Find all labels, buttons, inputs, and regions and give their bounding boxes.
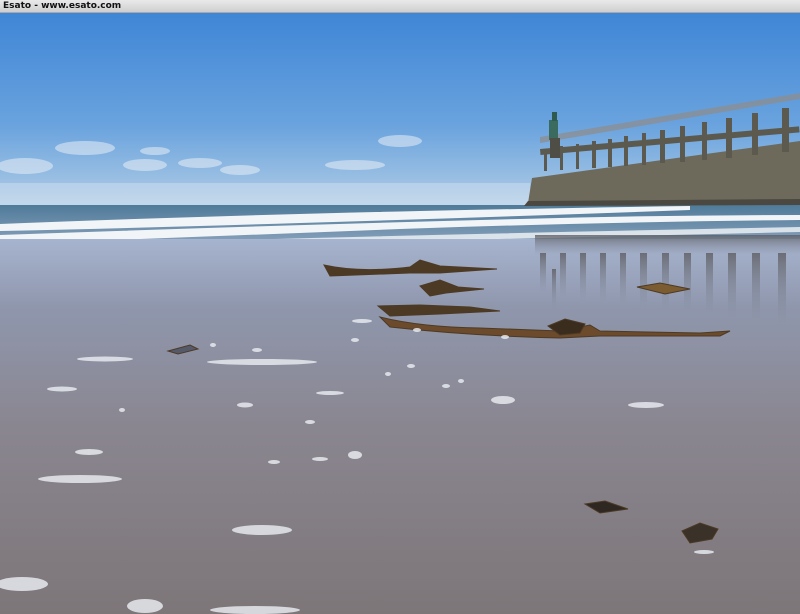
watermark-caption: Esato - www.esato.com [3,1,122,11]
wet-sand [0,239,800,614]
beach-pier-photo [0,13,800,614]
watermark-bar: Esato - www.esato.com [0,0,800,13]
photo-frame: Esato - www.esato.com [0,0,800,614]
